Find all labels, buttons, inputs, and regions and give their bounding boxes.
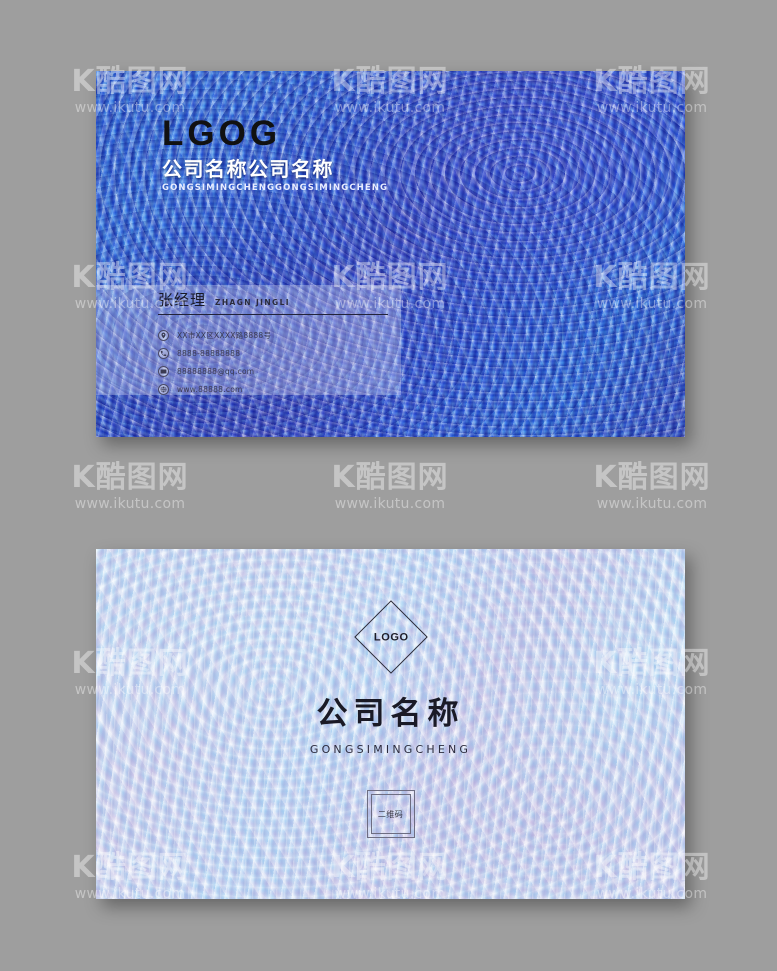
contact-text-address: XX市XX区XXXX路8888号 bbox=[177, 330, 272, 340]
website-icon bbox=[158, 384, 169, 395]
watermark: K酷图网 www.ikutu.com bbox=[572, 462, 732, 512]
watermark: K酷图网 www.ikutu.com bbox=[50, 462, 210, 512]
watermark-logo: K酷图网 bbox=[593, 460, 711, 495]
watermark-url: www.ikutu.com bbox=[334, 495, 446, 512]
front-company-name-pinyin: GONGSIMINGCHENGGONGSIMINGCHENG bbox=[162, 183, 389, 193]
watermark: K酷图网 www.ikutu.com bbox=[310, 462, 470, 512]
contact-row-website: www.88888.com bbox=[158, 384, 418, 395]
contact-row-phone: 8888-88888888 bbox=[158, 348, 418, 359]
back-company-name-cn: 公司名称 bbox=[316, 696, 465, 732]
contact-row-address: XX市XX区XXXX路8888号 bbox=[158, 330, 418, 341]
qr-code-inner: 二维码 bbox=[370, 794, 411, 834]
mockup-canvas: LGOG 公司名称公司名称 GONGSIMINGCHENGGONGSIMINGC… bbox=[0, 0, 777, 971]
front-contact-block: 张经理 ZHAGN JINGLI XX市XX区XXXX路8888号 8888-8… bbox=[158, 293, 418, 395]
business-card-back[interactable]: LOGO 公司名称 GONGSIMINGCHENG 二维码 bbox=[96, 549, 685, 899]
qr-code-box: 二维码 bbox=[366, 790, 415, 838]
contact-text-email: 88888888@qq.com bbox=[177, 366, 255, 376]
watermark-logo: K酷图网 bbox=[331, 460, 449, 495]
back-logo-text: LOGO bbox=[373, 630, 408, 643]
front-person-name-pinyin: ZHAGN JINGLI bbox=[215, 298, 290, 307]
business-card-front[interactable]: LGOG 公司名称公司名称 GONGSIMINGCHENGGONGSIMINGC… bbox=[96, 71, 685, 437]
front-person-name-cn: 张经理 bbox=[158, 291, 207, 309]
back-logo-diamond: LOGO bbox=[353, 600, 428, 674]
location-pin-icon bbox=[158, 330, 169, 341]
watermark-url: www.ikutu.com bbox=[74, 495, 186, 512]
front-divider-line bbox=[158, 314, 388, 315]
contact-text-phone: 8888-88888888 bbox=[177, 348, 241, 358]
watermark-url: www.ikutu.com bbox=[596, 495, 708, 512]
front-contact-list: XX市XX区XXXX路8888号 8888-88888888 88888888@… bbox=[158, 330, 418, 395]
front-company-name-cn: 公司名称公司名称 bbox=[162, 157, 334, 181]
email-icon bbox=[158, 366, 169, 377]
front-logo-text: LGOG bbox=[162, 114, 282, 153]
back-company-name-pinyin: GONGSIMINGCHENG bbox=[309, 743, 472, 756]
back-content-block: LOGO 公司名称 GONGSIMINGCHENG 二维码 bbox=[96, 549, 685, 899]
front-person-row: 张经理 ZHAGN JINGLI bbox=[158, 293, 418, 308]
watermark-logo: K酷图网 bbox=[71, 460, 189, 495]
front-branding-block: LGOG 公司名称公司名称 GONGSIMINGCHENGGONGSIMINGC… bbox=[162, 116, 388, 193]
phone-icon bbox=[158, 348, 169, 359]
contact-row-email: 88888888@qq.com bbox=[158, 366, 418, 377]
contact-text-website: www.88888.com bbox=[177, 384, 243, 394]
qr-code-label: 二维码 bbox=[377, 809, 404, 819]
